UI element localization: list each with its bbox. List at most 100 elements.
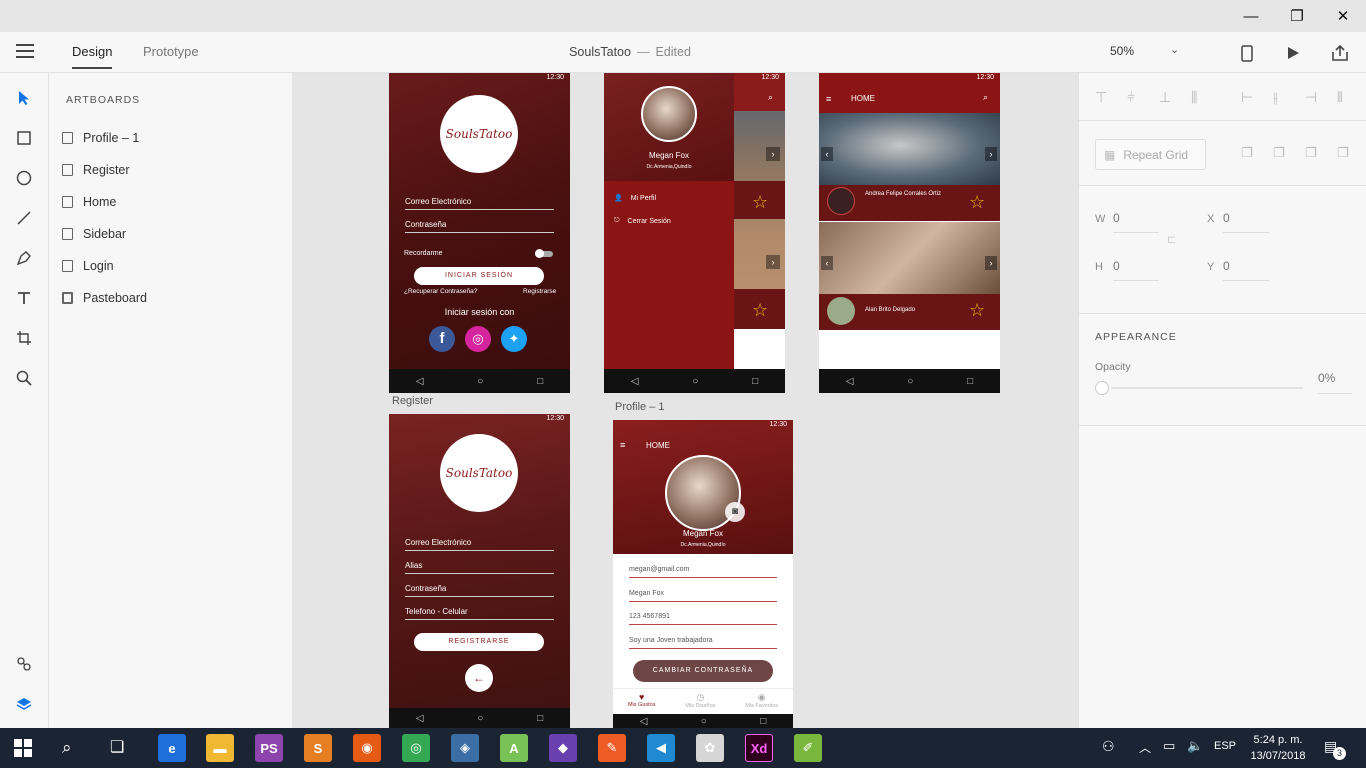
postman-icon[interactable]: ✎: [598, 734, 626, 762]
instagram-icon[interactable]: ◎: [465, 326, 491, 352]
plugins-icon[interactable]: [10, 650, 38, 678]
artboard-tool-icon[interactable]: [10, 324, 38, 352]
chevron-right-icon[interactable]: ›: [766, 255, 780, 269]
search-icon[interactable]: ⌕: [983, 92, 988, 103]
boolean-subtract-icon[interactable]: ❐: [1273, 145, 1285, 161]
drawer-item-logout[interactable]: ⎋ Cerrar Sesión: [614, 215, 724, 227]
hamburger-menu-icon[interactable]: ≡: [826, 94, 831, 104]
ellipse-tool-icon[interactable]: [10, 164, 38, 192]
rectangle-tool-icon[interactable]: [10, 124, 38, 152]
distribute-horizontal-icon[interactable]: ⫴: [1337, 89, 1343, 106]
chevron-right-icon[interactable]: ›: [985, 256, 997, 270]
height-input[interactable]: 0: [1113, 259, 1120, 273]
name-field[interactable]: Megan Fox: [629, 590, 777, 602]
boolean-exclude-icon[interactable]: ❐: [1337, 145, 1349, 161]
tab-likes[interactable]: ♥ Mis Gustos: [628, 689, 656, 712]
star-icon[interactable]: ☆: [969, 300, 985, 321]
distribute-vertical-icon[interactable]: ⫼: [1191, 89, 1197, 106]
align-center-icon[interactable]: ⫲: [1273, 89, 1278, 106]
bio-field[interactable]: Soy una Joven trabajadora: [629, 637, 777, 649]
volume-icon[interactable]: 🔈: [1187, 738, 1203, 754]
email-field[interactable]: Correo Electrónico: [405, 197, 554, 210]
repeat-grid-button[interactable]: ▦ Repeat Grid: [1095, 139, 1206, 170]
chevron-left-icon[interactable]: ‹: [821, 256, 833, 270]
artboard-label[interactable]: Register: [392, 395, 433, 407]
edge-icon[interactable]: e: [158, 734, 186, 762]
star-icon[interactable]: ☆: [752, 192, 768, 213]
lock-aspect-icon[interactable]: ⊏: [1167, 233, 1176, 246]
star-icon[interactable]: ☆: [752, 300, 768, 321]
align-left-icon[interactable]: ⊢: [1241, 89, 1253, 106]
artboard-label[interactable]: Profile – 1: [615, 401, 665, 413]
vscode-icon[interactable]: ◀: [647, 734, 675, 762]
forgot-password-link[interactable]: ¿Recuperar Contraseña?: [404, 288, 477, 295]
design-canvas[interactable]: 12:30 SoulsTatoo Correo Electrónico Cont…: [292, 73, 1078, 728]
layer-item-pasteboard[interactable]: Pasteboard: [62, 287, 147, 309]
select-tool-icon[interactable]: [10, 84, 38, 112]
artboard-sidebar[interactable]: 12:30 Megan Fox Dc.Armenia,Quindío 👤 Mi P…: [604, 73, 785, 393]
share-icon[interactable]: [1329, 42, 1351, 64]
camera-icon[interactable]: ◙: [725, 502, 745, 522]
play-icon[interactable]: [1282, 42, 1304, 64]
x-input[interactable]: 0: [1223, 211, 1230, 225]
register-button[interactable]: REGISTRARSE: [414, 633, 544, 651]
star-icon[interactable]: ☆: [969, 192, 985, 213]
layer-item-home[interactable]: Home: [62, 191, 116, 213]
boolean-intersect-icon[interactable]: ❐: [1305, 145, 1317, 161]
phone-field[interactable]: Telefono - Celular: [405, 607, 554, 620]
register-link[interactable]: Registrarse: [523, 288, 556, 295]
device-preview-icon[interactable]: [1236, 42, 1258, 64]
password-field[interactable]: Contraseña: [405, 584, 554, 597]
artboard-home[interactable]: 12:30 ≡ HOME ⌕ Andrea Felipe Corrales Or…: [819, 73, 1000, 393]
layer-item-sidebar[interactable]: Sidebar: [62, 223, 126, 245]
align-middle-icon[interactable]: ⫩: [1127, 89, 1135, 106]
pen-tool-icon[interactable]: [10, 244, 38, 272]
chrome-icon[interactable]: ◎: [402, 734, 430, 762]
network-icon[interactable]: ▭: [1163, 738, 1175, 754]
paint-icon[interactable]: ✿: [696, 734, 724, 762]
facebook-icon[interactable]: f: [429, 326, 455, 352]
email-field[interactable]: megan@gmail.com: [629, 566, 777, 578]
adobe-xd-icon[interactable]: Xd: [745, 734, 773, 762]
firefox-icon[interactable]: ◉: [353, 734, 381, 762]
people-icon[interactable]: ⚇: [1102, 738, 1115, 755]
search-icon[interactable]: ⌕: [62, 738, 72, 758]
twitter-icon[interactable]: ✦: [501, 326, 527, 352]
align-bottom-icon[interactable]: ⊥: [1159, 89, 1171, 106]
chevron-right-icon[interactable]: ›: [766, 147, 780, 161]
align-right-icon[interactable]: ⊣: [1305, 89, 1317, 106]
close-button[interactable]: ✕: [1320, 0, 1366, 32]
tab-designs[interactable]: ◷ Mis Diseños: [685, 689, 715, 712]
chevron-left-icon[interactable]: ‹: [821, 147, 833, 161]
visual-studio-icon[interactable]: ◆: [549, 734, 577, 762]
back-arrow-icon[interactable]: ←: [465, 664, 493, 692]
opacity-input[interactable]: 0%: [1318, 371, 1335, 385]
zoom-tool-icon[interactable]: [10, 364, 38, 392]
tab-favorites[interactable]: ◉ Mis Favoritos: [745, 689, 778, 712]
change-password-button[interactable]: CAMBIAR CONTRASEÑA: [633, 660, 773, 682]
artboard-profile[interactable]: 12:30 ≡ HOME ◙ Megan Fox Dc.Armenia,Quin…: [613, 420, 793, 728]
task-view-icon[interactable]: ❏: [110, 737, 124, 757]
phpstorm-icon[interactable]: PS: [255, 734, 283, 762]
remember-toggle[interactable]: [535, 249, 553, 258]
search-icon[interactable]: ⌕: [768, 92, 773, 103]
notepad-plus-icon[interactable]: ✐: [794, 734, 822, 762]
password-field[interactable]: Contraseña: [405, 220, 554, 233]
alias-field[interactable]: Alias: [405, 561, 554, 574]
clock[interactable]: 5:24 p. m. 13/07/2018: [1245, 732, 1311, 764]
layer-item-login[interactable]: Login: [62, 255, 114, 277]
restore-button[interactable]: ❐: [1274, 0, 1320, 32]
layer-item-register[interactable]: Register: [62, 159, 130, 181]
zoom-dropdown[interactable]: 50% ⌄: [1100, 43, 1184, 63]
chevron-right-icon[interactable]: ›: [985, 147, 997, 161]
sublime-icon[interactable]: S: [304, 734, 332, 762]
file-explorer-icon[interactable]: ▬: [206, 734, 234, 762]
email-field[interactable]: Correo Electrónico: [405, 538, 554, 551]
drawer-item-profile[interactable]: 👤 Mi Perfil: [614, 192, 724, 204]
minimize-button[interactable]: —: [1228, 0, 1274, 32]
mysql-workbench-icon[interactable]: ◈: [451, 734, 479, 762]
text-tool-icon[interactable]: [10, 284, 38, 312]
windows-start-icon[interactable]: [14, 739, 32, 757]
artboard-login[interactable]: 12:30 SoulsTatoo Correo Electrónico Cont…: [389, 73, 570, 393]
layers-icon[interactable]: [10, 690, 38, 718]
